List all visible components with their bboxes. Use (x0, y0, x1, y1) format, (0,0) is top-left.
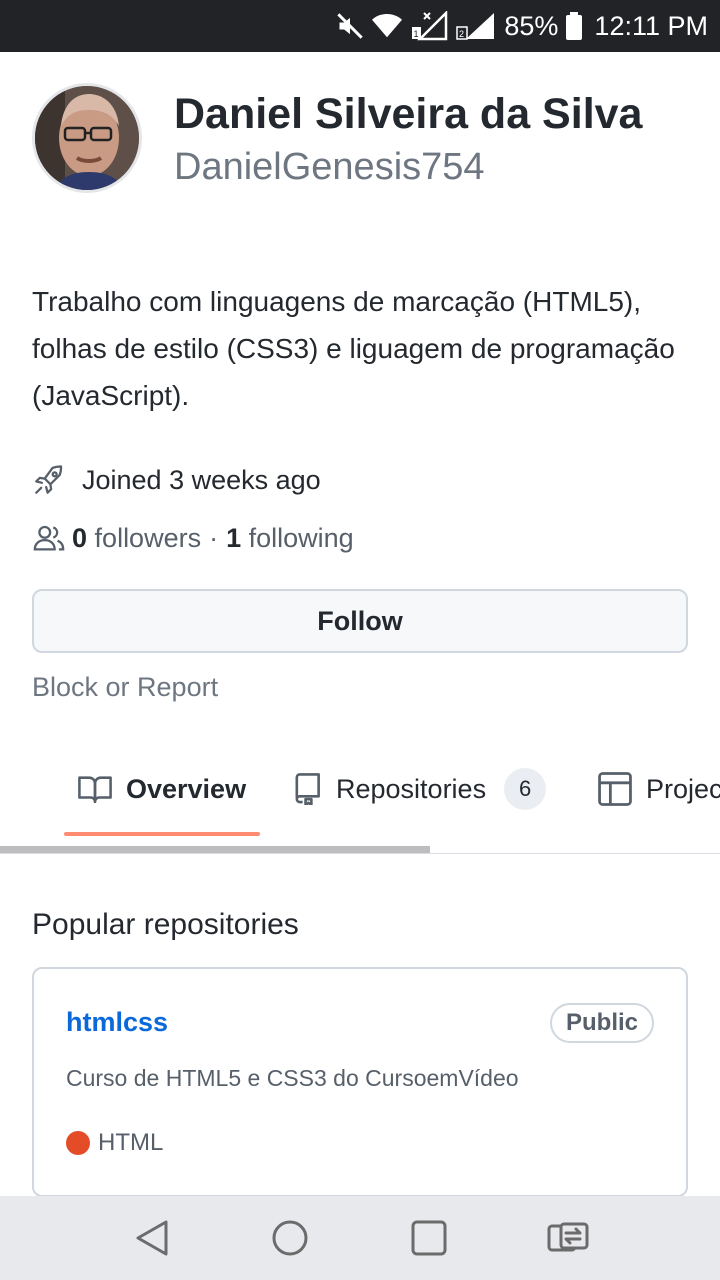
profile-login: DanielGenesis754 (174, 146, 485, 188)
back-button[interactable] (128, 1214, 176, 1262)
signal-sim2-icon: 2 (456, 13, 495, 40)
follow-counts: 0 followers · 1 following (32, 518, 354, 558)
repo-description: Curso de HTML5 e CSS3 do CursoemVídeo (66, 1065, 519, 1091)
language-color-dot (66, 1131, 90, 1155)
battery-percent: 85% (504, 10, 559, 41)
battery-icon (566, 12, 583, 40)
followers-count: 0 (72, 522, 88, 553)
following-label: following (248, 522, 354, 553)
tab-overview[interactable]: Overview (78, 764, 246, 814)
block-or-report-link[interactable]: Block or Report (32, 672, 218, 703)
repo-language: HTML (66, 1129, 163, 1157)
followers-label: followers (94, 522, 202, 553)
follow-separator: · (209, 522, 219, 553)
visibility-badge: Public (549, 1003, 654, 1043)
status-icons: 1 2 85% 12:11 PM (336, 0, 708, 52)
svg-text:2: 2 (459, 29, 464, 39)
signal-sim1-icon: 1 (412, 11, 448, 41)
tab-overview-label: Overview (126, 773, 247, 804)
following-count: 1 (226, 522, 242, 553)
people-icon (33, 525, 65, 551)
rocket-icon (35, 465, 63, 494)
avatar-image (35, 86, 139, 190)
navigation-bar (0, 1196, 720, 1280)
repositories-counter: 6 (504, 768, 547, 810)
following-link[interactable]: 1 following (226, 523, 354, 554)
repo-icon (295, 773, 320, 805)
status-bar: 1 2 85% 12:11 PM (0, 0, 720, 52)
tabs-divider (0, 853, 720, 854)
tab-repositories[interactable]: Repositories 6 (292, 764, 547, 814)
recents-button[interactable] (405, 1214, 453, 1262)
tab-repositories-label: Repositories (336, 773, 487, 804)
svg-text:1: 1 (414, 29, 419, 39)
tabs-scrollbar[interactable] (0, 846, 430, 853)
profile-bio: Trabalho com linguagens de marcação (HTM… (32, 286, 675, 411)
active-tab-underline (64, 832, 260, 836)
profile-tabs: Overview Repositories 6 Projects (0, 752, 720, 854)
joined-info: Joined 3 weeks ago (32, 460, 321, 500)
dual-window-icon (547, 1222, 589, 1252)
home-circle-icon (272, 1220, 308, 1256)
joined-text: Joined 3 weeks ago (82, 464, 321, 495)
mute-icon (337, 13, 364, 39)
repo-card: htmlcss Public Curso de HTML5 e CSS3 do … (32, 967, 688, 1197)
book-icon (78, 776, 112, 804)
avatar[interactable] (32, 83, 142, 193)
repo-language-label: HTML (98, 1129, 164, 1156)
popular-repositories-title: Popular repositories (32, 908, 299, 941)
followers-link[interactable]: 0 followers (72, 523, 201, 554)
clock: 12:11 PM (594, 10, 708, 41)
tab-projects[interactable]: Projects (598, 764, 720, 814)
profile-name: Daniel Silveira da Silva (174, 90, 643, 138)
switch-sim-button[interactable] (544, 1214, 592, 1262)
follow-button[interactable]: Follow (32, 589, 688, 653)
back-triangle-icon (136, 1220, 168, 1256)
repo-name-link[interactable]: htmlcss (66, 1007, 168, 1038)
wifi-icon (372, 14, 403, 38)
recents-square-icon (411, 1220, 447, 1256)
tab-projects-label: Projects (646, 773, 720, 804)
home-button[interactable] (266, 1214, 314, 1262)
table-icon (598, 772, 632, 806)
